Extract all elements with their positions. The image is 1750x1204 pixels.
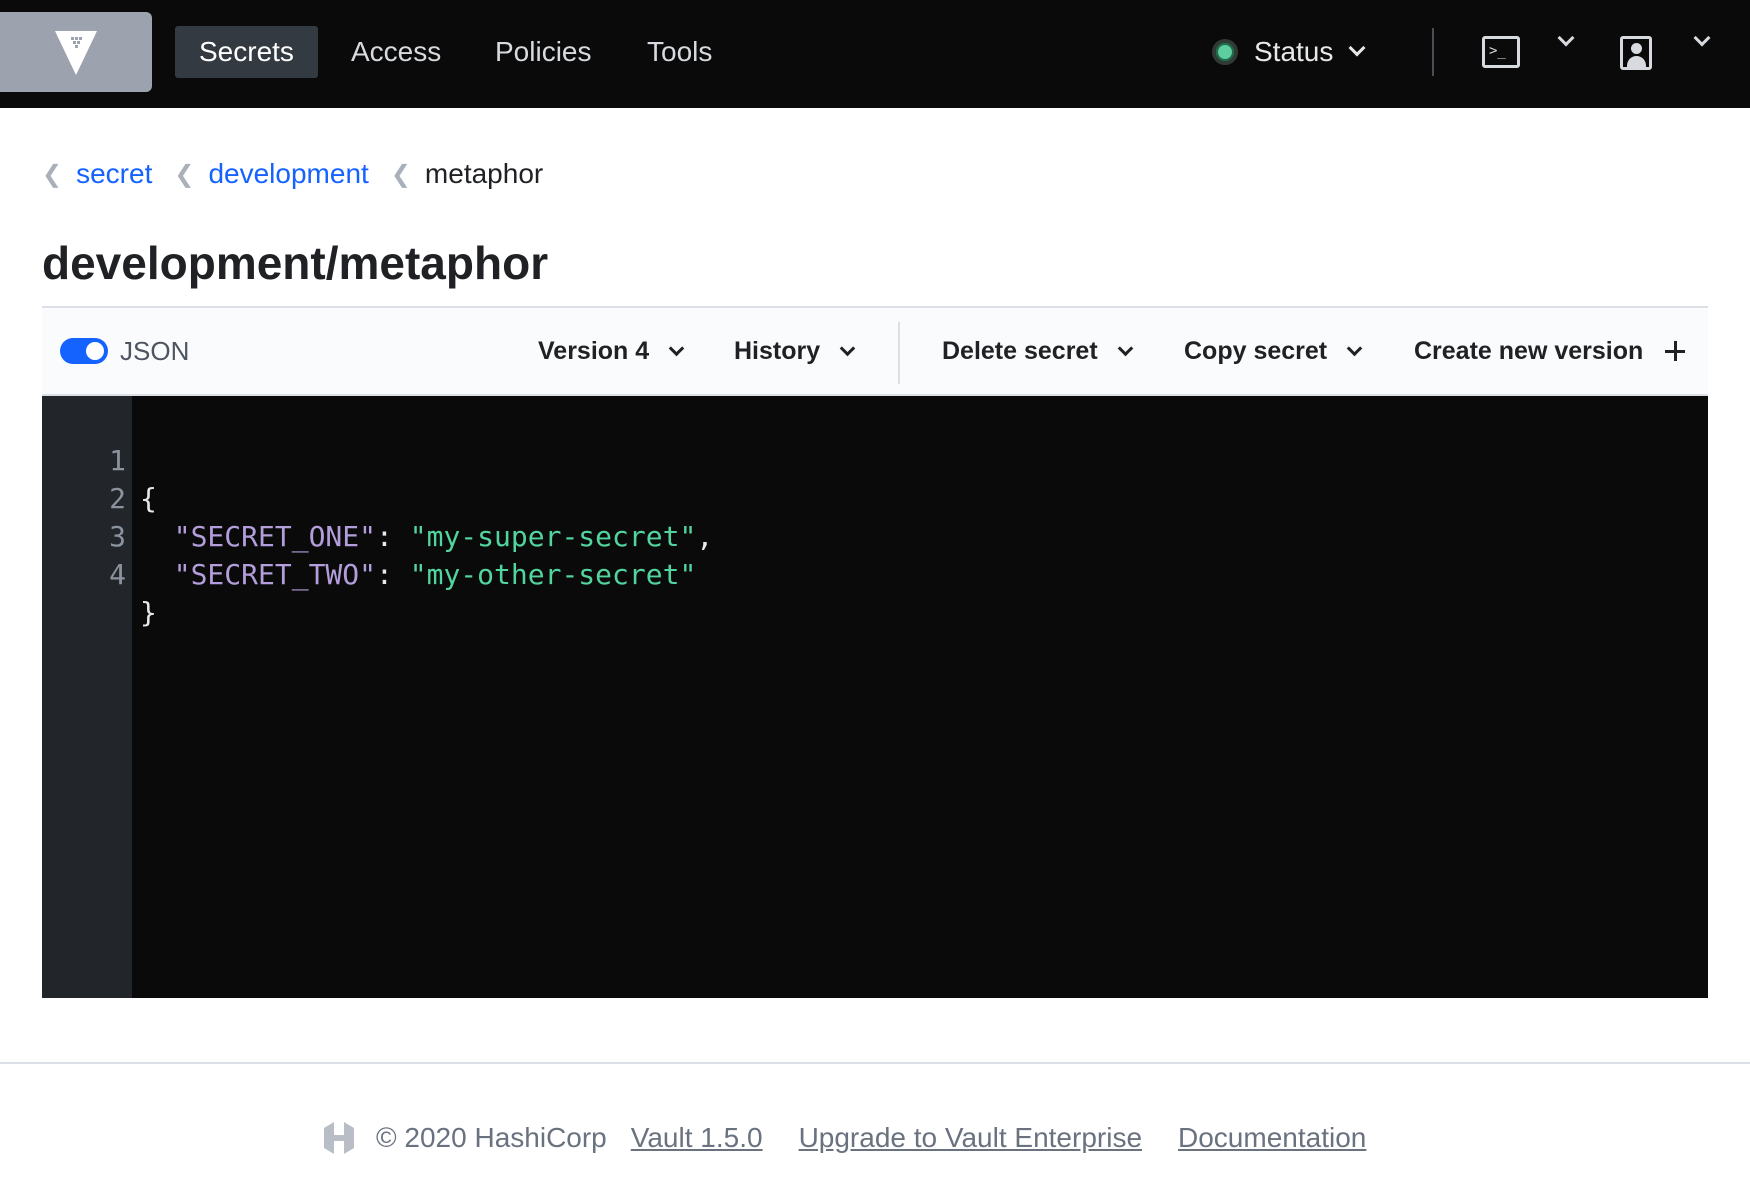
delete-secret-dropdown[interactable]: Delete secret	[942, 308, 1133, 394]
chevron-down-icon	[839, 340, 856, 356]
status-menu[interactable]: Status	[1212, 26, 1366, 78]
copy-secret-label: Copy secret	[1184, 336, 1328, 365]
breadcrumb-item-development: ❮ development	[174, 158, 368, 190]
json-value: "my-other-secret"	[409, 558, 697, 591]
json-toggle-label: JSON	[120, 336, 190, 366]
chevron-down-icon	[668, 340, 685, 356]
breadcrumb-item-secret: ❮ secret	[42, 158, 152, 190]
code-line: 2 "SECRET_ONE": "my-super-secret",	[42, 442, 713, 553]
json-punct: ,	[696, 520, 714, 553]
code-text: "SECRET_ONE": "my-super-secret",	[173, 520, 714, 553]
chevron-down-icon[interactable]	[1693, 29, 1711, 47]
breadcrumb-current: metaphor	[424, 158, 544, 189]
version-label: Version 4	[538, 336, 650, 365]
copy-secret-dropdown[interactable]: Copy secret	[1184, 308, 1363, 394]
breadcrumb-link-secret[interactable]: secret	[76, 158, 152, 190]
code-text: "SECRET_TWO": "my-other-secret"	[173, 558, 697, 591]
code-line: 3 "SECRET_TWO": "my-other-secret"	[42, 480, 696, 591]
history-dropdown[interactable]: History	[734, 308, 856, 394]
breadcrumb-link-development[interactable]: development	[208, 158, 368, 190]
plus-icon	[1665, 341, 1686, 361]
chevron-down-icon[interactable]	[1557, 29, 1575, 47]
breadcrumb-item-metaphor: ❮ metaphor	[391, 158, 543, 190]
line-number: 4	[109, 558, 126, 591]
breadcrumb: ❮ secret ❮ development ❮ metaphor	[42, 156, 565, 192]
page-title: development/metaphor	[42, 237, 549, 289]
json-key: "SECRET_ONE"	[173, 520, 377, 553]
copyright-text: © 2020 HashiCorp	[376, 1122, 607, 1153]
code-text: }	[140, 596, 157, 629]
vault-logo[interactable]	[0, 12, 152, 92]
vault-triangle-icon	[55, 31, 97, 75]
chevron-left-icon: ❮	[174, 160, 195, 188]
chevron-left-icon: ❮	[42, 160, 63, 188]
chevron-down-icon	[1346, 340, 1363, 356]
vault-version-link[interactable]: Vault 1.5.0	[631, 1122, 763, 1154]
nav-policies[interactable]: Policies	[471, 26, 615, 78]
documentation-link[interactable]: Documentation	[1178, 1122, 1366, 1154]
chevron-down-icon	[1117, 340, 1133, 356]
nav-divider	[1432, 28, 1434, 76]
user-icon[interactable]	[1620, 36, 1652, 70]
json-value: "my-super-secret"	[409, 520, 697, 553]
toolbar-divider	[898, 322, 900, 384]
create-new-version-label: Create new version	[1414, 336, 1644, 365]
console-icon[interactable]: >_	[1482, 36, 1520, 68]
upgrade-enterprise-link[interactable]: Upgrade to Vault Enterprise	[799, 1122, 1142, 1154]
delete-secret-label: Delete secret	[942, 336, 1098, 365]
top-navigation: Secrets Access Policies Tools Status >_	[0, 0, 1750, 108]
chevron-down-icon	[1348, 39, 1366, 57]
code-line: 1 {	[42, 404, 157, 515]
footer: © 2020 HashiCorp Vault 1.5.0 Upgrade to …	[320, 1116, 1402, 1160]
status-label: Status	[1254, 36, 1334, 67]
footer-divider	[0, 1062, 1750, 1064]
nav-tools[interactable]: Tools	[623, 26, 736, 78]
code-text: {	[140, 482, 157, 515]
status-indicator-icon	[1212, 39, 1238, 65]
json-editor[interactable]: 1 { 2 "SECRET_ONE": "my-super-secret", 3…	[42, 396, 1708, 998]
json-key: "SECRET_TWO"	[173, 558, 377, 591]
history-label: History	[734, 336, 821, 365]
hashicorp-logo-icon	[324, 1122, 354, 1154]
version-dropdown[interactable]: Version 4	[538, 308, 685, 394]
nav-secrets[interactable]: Secrets	[175, 26, 318, 78]
secret-toolbar: JSON Version 4 History Delete secret Cop…	[42, 306, 1708, 396]
create-new-version-button[interactable]: Create new version	[1414, 308, 1686, 394]
json-toggle[interactable]	[60, 338, 108, 364]
code-line: 4 }	[42, 518, 157, 629]
nav-access[interactable]: Access	[327, 26, 465, 78]
chevron-left-icon: ❮	[390, 160, 411, 188]
